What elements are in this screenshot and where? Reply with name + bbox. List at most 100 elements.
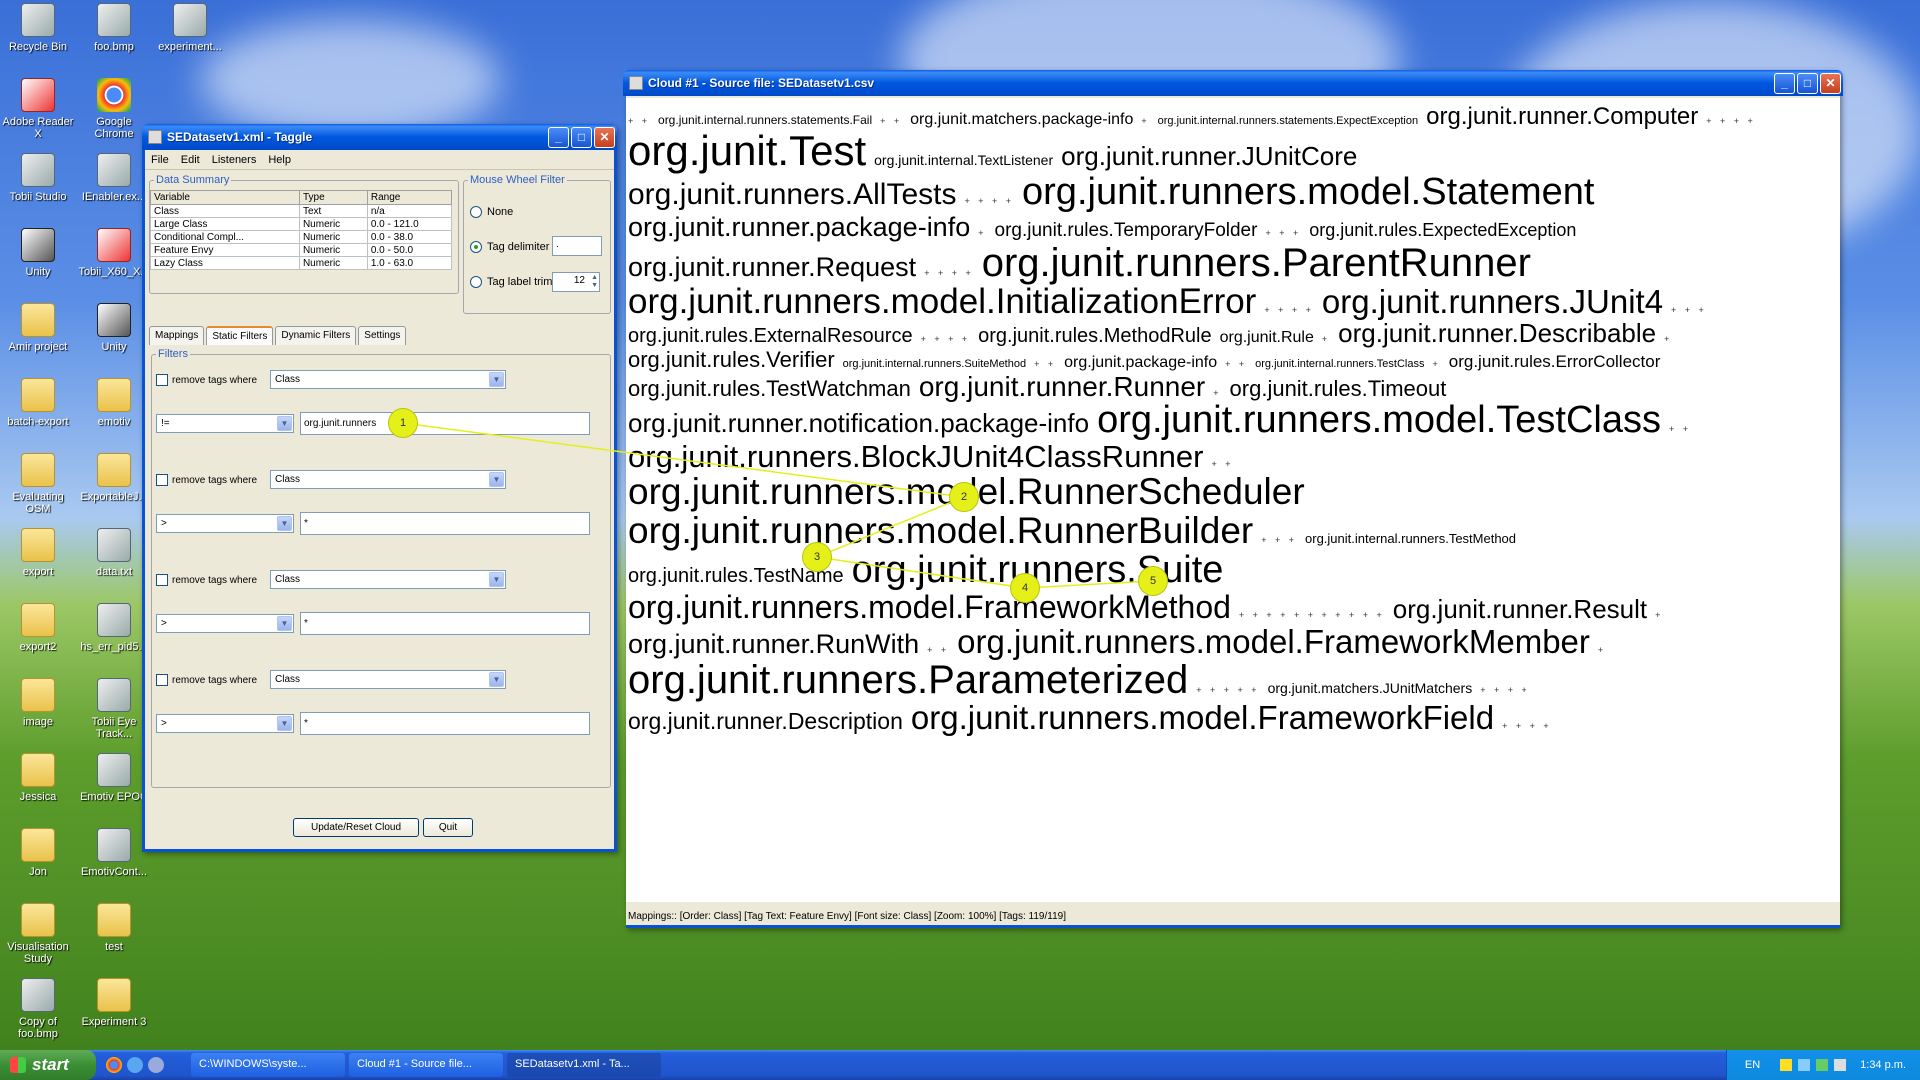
cloud-tag[interactable]: org.junit.runners.JUnit4 — [1322, 284, 1663, 320]
hidden-tags-marker[interactable]: + — [1598, 645, 1606, 655]
table-row[interactable]: Conditional Compl... Numeric 0.0 - 38.0 — [150, 230, 453, 244]
cloud-tag[interactable]: org.junit.runner.Runner — [919, 371, 1205, 401]
cloud-tag[interactable]: org.junit.runner.package-info — [628, 213, 970, 242]
desktop-icon[interactable]: IEnabler.ex... — [76, 153, 152, 203]
cloud-tag[interactable]: org.junit.runners.model.TestClass — [1097, 400, 1661, 441]
hidden-tags-marker[interactable]: + + + + — [924, 268, 974, 278]
desktop-icon[interactable]: Google Chrome — [76, 78, 152, 140]
hidden-tags-marker[interactable]: + + + + — [1264, 305, 1314, 315]
chevron-down-icon[interactable]: ▼ — [489, 472, 504, 487]
minimize-icon[interactable]: _ — [1774, 72, 1795, 94]
tab-mappings[interactable]: Mappings — [149, 326, 205, 345]
taskbar-task[interactable]: Cloud #1 - Source file... — [349, 1053, 503, 1077]
table-row[interactable]: Class Text n/a — [150, 204, 453, 218]
hidden-tags-marker[interactable]: + — [1141, 116, 1149, 126]
desktop-icon[interactable]: Tobii_X60_X... — [76, 228, 152, 278]
cloud-tag[interactable]: org.junit.matchers.package-info — [910, 111, 1133, 129]
menu-file[interactable]: File — [145, 154, 175, 166]
hidden-tags-marker[interactable]: + — [978, 228, 986, 238]
cloud-tag[interactable]: org.junit.internal.runners.TestClass — [1255, 356, 1424, 372]
field-select[interactable]: Class ▼ — [270, 570, 506, 589]
chrome-icon[interactable] — [106, 1057, 122, 1073]
cloud-tag[interactable]: org.junit.rules.ExpectedException — [1309, 221, 1576, 240]
cloud-tag[interactable]: org.junit.rules.TestWatchman — [628, 376, 911, 399]
operator-select[interactable]: > ▼ — [156, 514, 294, 533]
tag-label-trim-radio[interactable]: Tag label trim — [470, 276, 552, 288]
desktop-icon[interactable]: Unity — [76, 303, 152, 353]
close-icon[interactable]: ✕ — [1820, 72, 1841, 94]
quit-button[interactable]: Quit — [423, 818, 473, 837]
operator-select[interactable]: != ▼ — [156, 414, 294, 433]
desktop-icon[interactable]: ExportableJ... — [76, 453, 152, 503]
desktop-icon[interactable]: Emotiv EPOC — [76, 753, 152, 803]
ie-icon[interactable] — [127, 1057, 143, 1073]
column-header[interactable]: Variable — [150, 190, 300, 205]
close-icon[interactable]: ✕ — [594, 126, 615, 148]
desktop-icon[interactable]: Visualisation Study — [0, 903, 76, 965]
remove-tags-checkbox[interactable]: remove tags where — [156, 474, 257, 486]
menu-help[interactable]: Help — [262, 154, 297, 166]
cloud-titlebar[interactable]: Cloud #1 - Source file: SEDatasetv1.csv … — [623, 70, 1843, 96]
hidden-tags-marker[interactable]: + — [1213, 388, 1221, 398]
column-header[interactable]: Range — [366, 190, 453, 205]
cloud-tag[interactable]: org.junit.runner.notification.package-in… — [628, 409, 1089, 437]
cloud-tag[interactable]: org.junit.runner.Request — [628, 252, 916, 281]
hidden-tags-marker[interactable]: + + — [1211, 459, 1233, 469]
operator-select[interactable]: > ▼ — [156, 614, 294, 633]
hidden-tags-marker[interactable]: + — [1432, 359, 1440, 369]
hidden-tags-marker[interactable]: + — [1322, 334, 1330, 344]
menu-listeners[interactable]: Listeners — [206, 154, 263, 166]
cloud-tag[interactable]: org.junit.runners.Parameterized — [628, 659, 1188, 701]
volume-icon[interactable] — [1834, 1059, 1847, 1071]
chevron-down-icon[interactable]: ▼ — [277, 416, 292, 431]
tray-icon[interactable] — [1780, 1059, 1793, 1071]
chevron-down-icon[interactable]: ▼ — [277, 616, 292, 631]
media-icon[interactable] — [148, 1057, 164, 1073]
field-select[interactable]: Class ▼ — [270, 370, 506, 389]
taskbar-task[interactable]: C:\WINDOWS\syste... — [191, 1053, 345, 1077]
tray-icon[interactable] — [1816, 1059, 1829, 1071]
desktop-icon[interactable]: export — [0, 528, 76, 578]
cloud-tag[interactable]: org.junit.internal.runners.statements.Fa… — [658, 112, 872, 128]
desktop-icon[interactable]: Copy of foo.bmp — [0, 978, 76, 1040]
hidden-tags-marker[interactable]: + + — [1034, 359, 1056, 369]
cloud-tag[interactable]: org.junit.rules.MethodRule — [978, 326, 1211, 347]
none-radio[interactable]: None — [470, 206, 513, 218]
tag-delimiter-input[interactable]: . — [552, 236, 602, 256]
minimize-icon[interactable]: _ — [548, 126, 569, 148]
cloud-tag[interactable]: org.junit.runners.model.InitializationEr… — [628, 283, 1256, 321]
desktop-icon[interactable]: emotiv — [76, 378, 152, 428]
tab-static-filters[interactable]: Static Filters — [206, 326, 274, 345]
hidden-tags-marker[interactable]: + + — [880, 116, 902, 126]
hidden-tags-marker[interactable]: + + + + + + + + + + + — [1239, 610, 1385, 620]
chevron-down-icon[interactable]: ▼ — [489, 372, 504, 387]
cloud-tag[interactable]: org.junit.runners.AllTests — [628, 179, 956, 211]
cloud-tag[interactable]: org.junit.rules.TemporaryFolder — [995, 221, 1258, 241]
cloud-tag[interactable]: org.junit.rules.Timeout — [1230, 376, 1447, 399]
remove-tags-checkbox[interactable]: remove tags where — [156, 574, 257, 586]
desktop-icon[interactable]: hs_err_pid5... — [76, 603, 152, 653]
desktop-icon[interactable]: Unity — [0, 228, 76, 278]
table-row[interactable]: Feature Envy Numeric 0.0 - 50.0 — [150, 243, 453, 257]
hidden-tags-marker[interactable]: + + — [1669, 424, 1691, 434]
desktop-icon[interactable]: test — [76, 903, 152, 953]
update-reset-cloud-button[interactable]: Update/Reset Cloud — [293, 818, 419, 837]
cloud-tag[interactable]: org.junit.internal.runners.SuiteMethod — [843, 356, 1026, 372]
field-select[interactable]: Class ▼ — [270, 470, 506, 489]
maximize-icon[interactable]: □ — [1797, 72, 1818, 94]
cloud-tag[interactable]: org.junit.runner.Result — [1393, 595, 1647, 623]
cloud-tag[interactable]: org.junit.rules.Verifier — [628, 347, 835, 370]
filter-value-input[interactable]: org.junit.runners — [300, 412, 590, 435]
cloud-tag[interactable]: org.junit.package-info — [1064, 354, 1217, 372]
hidden-tags-marker[interactable]: + + + + — [921, 334, 971, 344]
language-indicator[interactable]: EN — [1745, 1059, 1760, 1071]
hidden-tags-marker[interactable]: + + — [628, 116, 650, 126]
hidden-tags-marker[interactable]: + + + + — [1480, 685, 1530, 695]
cloud-tag[interactable]: org.junit.runner.Description — [628, 709, 903, 733]
cloud-tag[interactable]: org.junit.matchers.JUnitMatchers — [1268, 680, 1473, 696]
operator-select[interactable]: > ▼ — [156, 714, 294, 733]
desktop-icon[interactable]: Amir project — [0, 303, 76, 353]
desktop-icon[interactable]: Adobe Reader X — [0, 78, 76, 140]
menu-edit[interactable]: Edit — [175, 154, 206, 166]
hidden-tags-marker[interactable]: + + + + — [964, 196, 1014, 206]
